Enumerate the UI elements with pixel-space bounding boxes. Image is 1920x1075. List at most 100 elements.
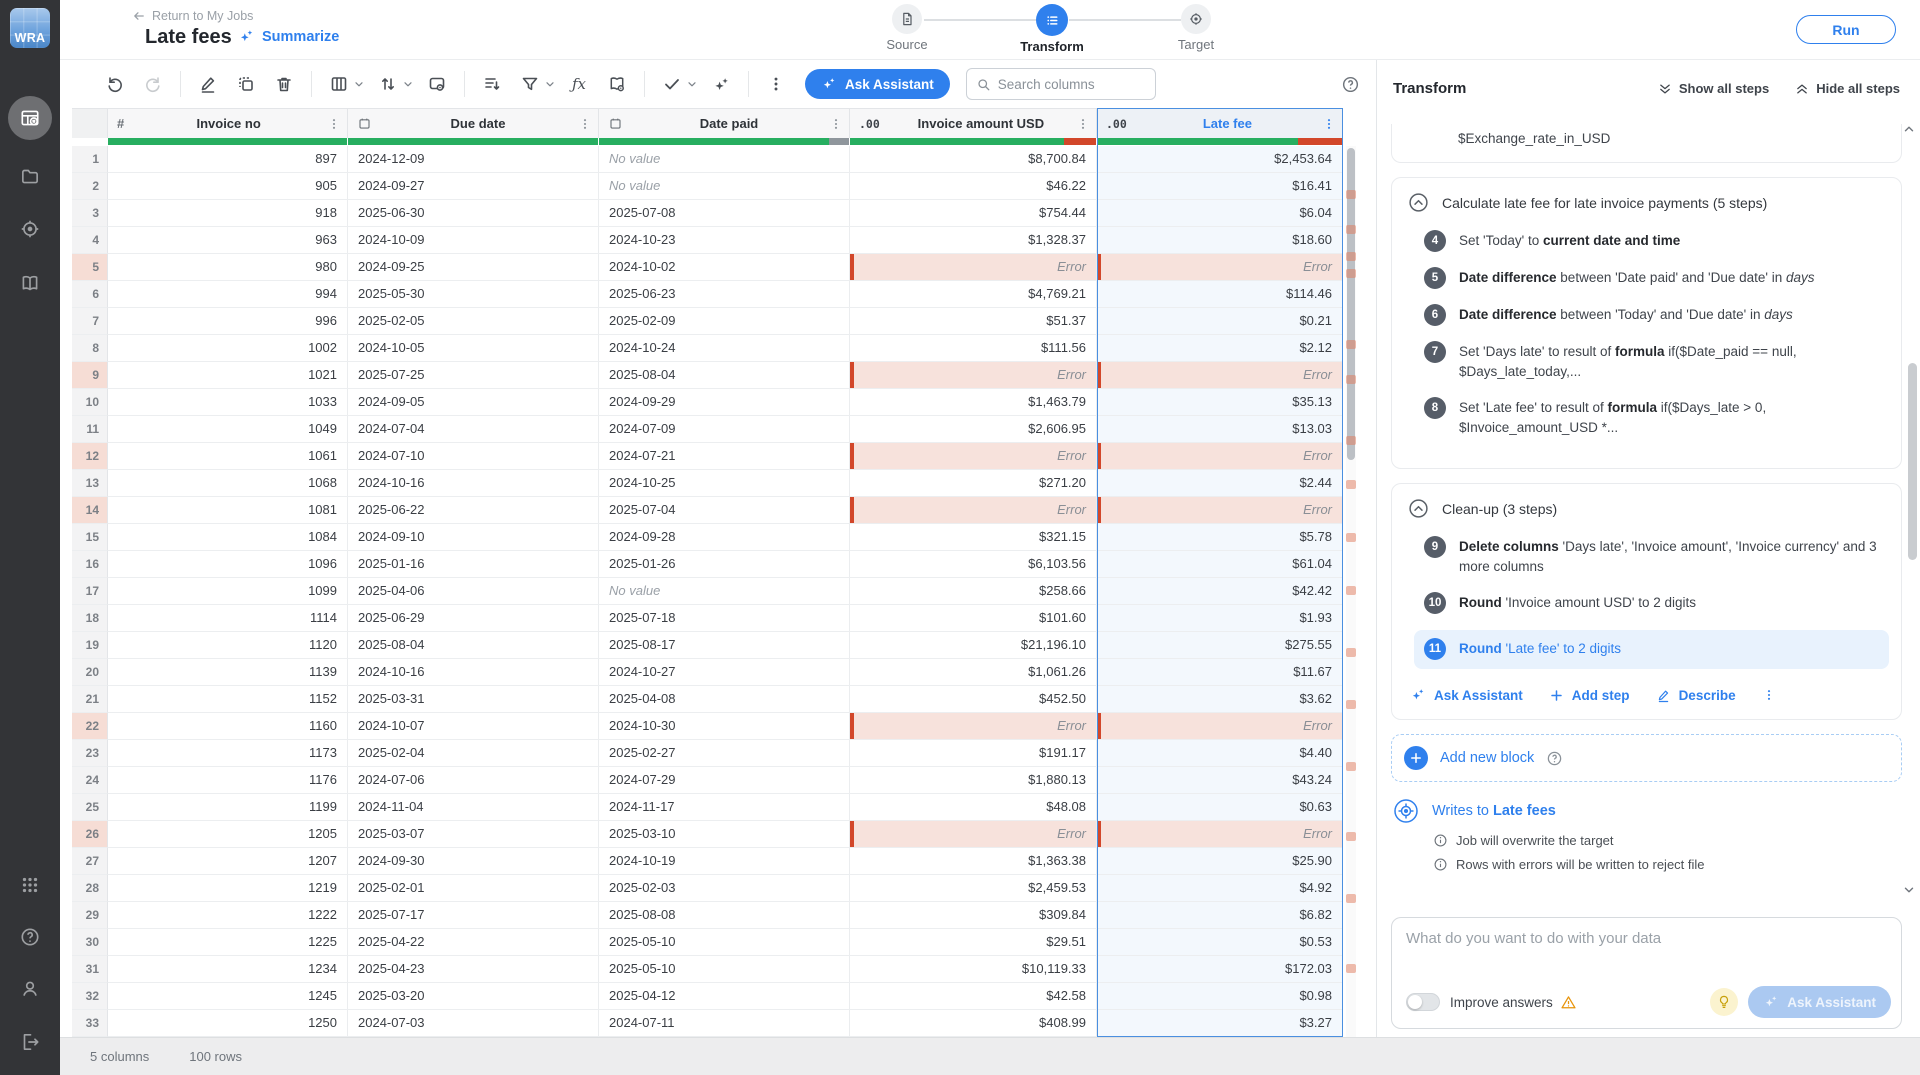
late-fee-cell[interactable]: $0.53 <box>1097 929 1343 956</box>
invoice-no-cell[interactable]: 1160 <box>108 713 348 740</box>
row-number-cell[interactable]: 14 <box>72 497 108 524</box>
invoice-no-cell[interactable]: 1033 <box>108 389 348 416</box>
app-logo[interactable]: WRA <box>10 8 50 48</box>
row-number-cell[interactable]: 24 <box>72 767 108 794</box>
block-collapse-button[interactable]: Calculate late fee for late invoice paym… <box>1408 192 1885 213</box>
toolbar-help-button[interactable] <box>1341 75 1360 94</box>
date-paid-cell[interactable]: 2024-10-30 <box>599 713 850 740</box>
late-fee-cell[interactable]: $25.90 <box>1097 848 1343 875</box>
invoice-amount-cell[interactable]: $42.58 <box>850 983 1097 1010</box>
invoice-no-cell[interactable]: 963 <box>108 227 348 254</box>
due-date-cell[interactable]: 2024-07-06 <box>348 767 599 794</box>
invoice-amount-cell[interactable]: $6,103.56 <box>850 551 1097 578</box>
chevron-down-icon[interactable] <box>353 78 365 90</box>
invoice-no-cell[interactable]: 905 <box>108 173 348 200</box>
date-paid-cell[interactable]: 2024-10-02 <box>599 254 850 281</box>
due-date-cell[interactable]: 2024-09-05 <box>348 389 599 416</box>
row-number-cell[interactable]: 8 <box>72 335 108 362</box>
transform-step-6[interactable]: 6Date difference between 'Today' and 'Du… <box>1424 305 1885 326</box>
invoice-amount-cell[interactable]: $1,363.38 <box>850 848 1097 875</box>
date-paid-cell[interactable]: 2024-10-19 <box>599 848 850 875</box>
due-date-cell[interactable]: 2024-11-04 <box>348 794 599 821</box>
invoice-amount-cell[interactable]: $258.66 <box>850 578 1097 605</box>
row-number-cell[interactable]: 11 <box>72 416 108 443</box>
date-paid-cell[interactable]: 2024-09-29 <box>599 389 850 416</box>
row-number-cell[interactable]: 21 <box>72 686 108 713</box>
validate-button[interactable] <box>660 72 684 96</box>
date-paid-cell[interactable]: 2025-02-09 <box>599 308 850 335</box>
date-paid-cell[interactable]: 2025-02-27 <box>599 740 850 767</box>
late-fee-cell[interactable]: $13.03 <box>1097 416 1343 443</box>
suggestions-button[interactable] <box>1710 988 1738 1016</box>
due-date-cell[interactable]: 2025-06-30 <box>348 200 599 227</box>
date-paid-cell[interactable]: 2025-08-04 <box>599 362 850 389</box>
due-date-cell[interactable]: 2025-02-04 <box>348 740 599 767</box>
row-number-cell[interactable]: 27 <box>72 848 108 875</box>
late-fee-cell[interactable]: $5.78 <box>1097 524 1343 551</box>
invoice-no-cell[interactable]: 1225 <box>108 929 348 956</box>
invoice-amount-cell[interactable]: $10,119.33 <box>850 956 1097 983</box>
due-date-cell[interactable]: 2024-10-05 <box>348 335 599 362</box>
row-number-cell[interactable]: 4 <box>72 227 108 254</box>
invoice-amount-cell[interactable]: Error <box>850 713 1097 740</box>
column-menu-icon[interactable] <box>829 117 843 131</box>
date-paid-cell[interactable]: 2025-05-10 <box>599 956 850 983</box>
invoice-amount-cell[interactable]: $191.17 <box>850 740 1097 767</box>
date-paid-cell[interactable]: 2025-06-23 <box>599 281 850 308</box>
invoice-no-cell[interactable]: 1084 <box>108 524 348 551</box>
invoice-no-cell[interactable]: 1173 <box>108 740 348 767</box>
late-fee-cell[interactable]: $2,453.64 <box>1097 146 1343 173</box>
improve-answers-toggle[interactable] <box>1406 993 1440 1011</box>
invoice-no-cell[interactable]: 980 <box>108 254 348 281</box>
column-menu-icon[interactable] <box>327 117 341 131</box>
date-paid-cell[interactable]: 2024-07-09 <box>599 416 850 443</box>
late-fee-cell[interactable]: Error <box>1097 362 1343 389</box>
late-fee-cell[interactable]: $43.24 <box>1097 767 1343 794</box>
invoice-no-cell[interactable]: 897 <box>108 146 348 173</box>
row-number-cell[interactable]: 17 <box>72 578 108 605</box>
invoice-amount-cell[interactable]: $21,196.10 <box>850 632 1097 659</box>
group-button[interactable] <box>480 72 504 96</box>
invoice-amount-cell[interactable]: $51.37 <box>850 308 1097 335</box>
row-number-cell[interactable]: 9 <box>72 362 108 389</box>
row-number-cell[interactable]: 26 <box>72 821 108 848</box>
invoice-no-cell[interactable]: 1061 <box>108 443 348 470</box>
due-date-cell[interactable]: 2025-06-22 <box>348 497 599 524</box>
invoice-amount-cell[interactable]: $48.08 <box>850 794 1097 821</box>
late-fee-cell[interactable]: $0.21 <box>1097 308 1343 335</box>
due-date-cell[interactable]: 2025-02-05 <box>348 308 599 335</box>
edit-cell-button[interactable] <box>196 72 220 96</box>
invoice-no-cell[interactable]: 1096 <box>108 551 348 578</box>
step-target[interactable]: Target <box>1151 4 1241 52</box>
due-date-cell[interactable]: 2025-05-30 <box>348 281 599 308</box>
invoice-no-cell[interactable]: 1099 <box>108 578 348 605</box>
transform-step-5[interactable]: 5Date difference between 'Date paid' and… <box>1424 268 1885 289</box>
late-fee-cell[interactable]: $3.62 <box>1097 686 1343 713</box>
invoice-no-cell[interactable]: 1081 <box>108 497 348 524</box>
invoice-no-cell[interactable]: 1234 <box>108 956 348 983</box>
row-number-cell[interactable]: 7 <box>72 308 108 335</box>
data-preview-button[interactable] <box>425 72 449 96</box>
late-fee-cell[interactable]: $4.92 <box>1097 875 1343 902</box>
chevron-down-icon[interactable] <box>544 78 556 90</box>
due-date-cell[interactable]: 2024-07-03 <box>348 1010 599 1037</box>
row-number-cell[interactable]: 10 <box>72 389 108 416</box>
redo-button[interactable] <box>141 72 165 96</box>
late-fee-cell[interactable]: $16.41 <box>1097 173 1343 200</box>
due-date-cell[interactable]: 2024-10-07 <box>348 713 599 740</box>
row-number-cell[interactable]: 30 <box>72 929 108 956</box>
formula-button[interactable]: ƒx <box>567 72 591 96</box>
column-header-date-paid[interactable]: Date paid <box>599 108 850 138</box>
due-date-cell[interactable]: 2024-10-16 <box>348 470 599 497</box>
invoice-amount-cell[interactable]: $8,700.84 <box>850 146 1097 173</box>
invoice-amount-cell[interactable]: $101.60 <box>850 605 1097 632</box>
late-fee-cell[interactable]: $6.82 <box>1097 902 1343 929</box>
late-fee-cell[interactable]: $2.44 <box>1097 470 1343 497</box>
table-scrollbar[interactable] <box>1346 146 1356 1037</box>
date-paid-cell[interactable]: 2025-03-10 <box>599 821 850 848</box>
due-date-cell[interactable]: 2025-03-07 <box>348 821 599 848</box>
row-number-cell[interactable]: 33 <box>72 1010 108 1037</box>
invoice-amount-cell[interactable]: $1,880.13 <box>850 767 1097 794</box>
row-number-cell[interactable]: 20 <box>72 659 108 686</box>
date-paid-cell[interactable]: 2024-10-25 <box>599 470 850 497</box>
